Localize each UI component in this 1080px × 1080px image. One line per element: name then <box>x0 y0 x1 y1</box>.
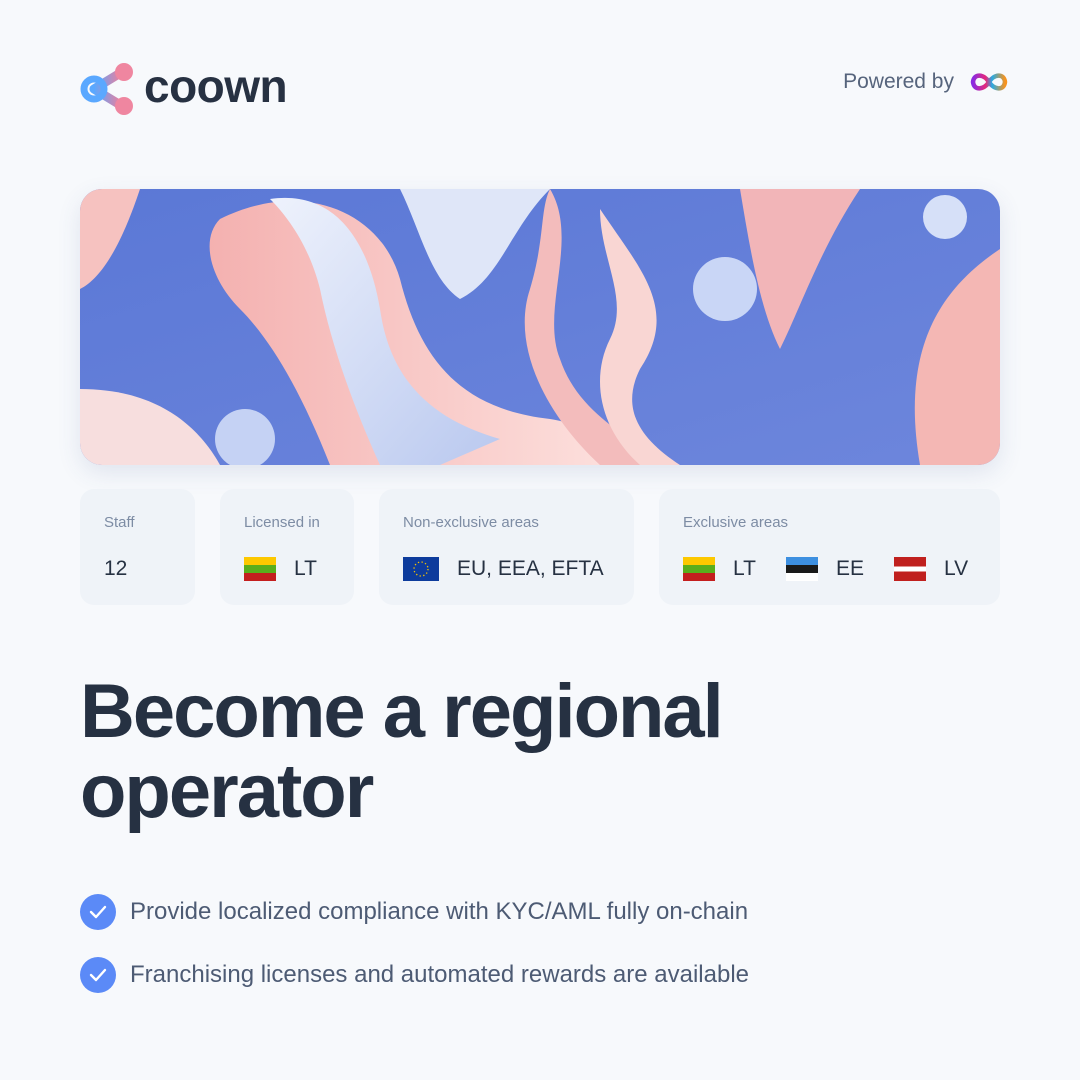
coown-logo-icon <box>80 63 133 115</box>
powered-by-label: Powered by <box>843 70 954 93</box>
estonia-flag-icon <box>785 557 818 581</box>
stat-label: Exclusive areas <box>683 514 789 531</box>
check-circle-icon <box>80 894 116 930</box>
feature-item: Franchising licenses and automated rewar… <box>80 957 749 993</box>
page-title: Become a regional operator <box>80 669 724 834</box>
stat-value: EE <box>835 557 864 580</box>
stat-label: Staff <box>104 514 135 531</box>
infinity-icon <box>970 73 1008 91</box>
eu-flag-icon <box>403 557 439 581</box>
stat-value: LT <box>733 557 756 580</box>
feature-text: Franchising licenses and automated rewar… <box>130 961 750 988</box>
stat-value: 12 <box>104 557 128 580</box>
check-circle-icon <box>80 957 116 993</box>
feature-item: Provide localized compliance with KYC/AM… <box>80 894 748 930</box>
stat-value: EU, EEA, EFTA <box>457 557 604 580</box>
stat-card-licensed-in: Licensed in LT <box>220 489 354 605</box>
powered-by: Powered by <box>843 70 1010 94</box>
title-line-2: operator <box>80 749 374 834</box>
stat-card-staff: Staff 12 <box>80 489 195 605</box>
stat-card-exclusive-areas: Exclusive areas LT EE LV <box>659 489 1000 605</box>
stat-value: LT <box>294 557 317 580</box>
stat-label: Licensed in <box>244 514 320 531</box>
brand-name: coown <box>144 60 288 112</box>
coown-logo: coown <box>80 60 288 116</box>
stat-label: Non-exclusive areas <box>403 514 539 531</box>
stat-card-non-exclusive-areas: Non-exclusive areas EU, EEA, EFTA <box>379 489 634 605</box>
latvia-flag-icon <box>893 557 926 581</box>
lithuania-flag-icon <box>244 557 276 581</box>
feature-text: Provide localized compliance with KYC/AM… <box>130 898 749 925</box>
title-line-1: Become a regional <box>80 669 724 754</box>
lithuania-flag-icon <box>683 557 715 581</box>
stat-value: LV <box>943 557 969 580</box>
hero-abstract-image <box>80 189 1000 465</box>
